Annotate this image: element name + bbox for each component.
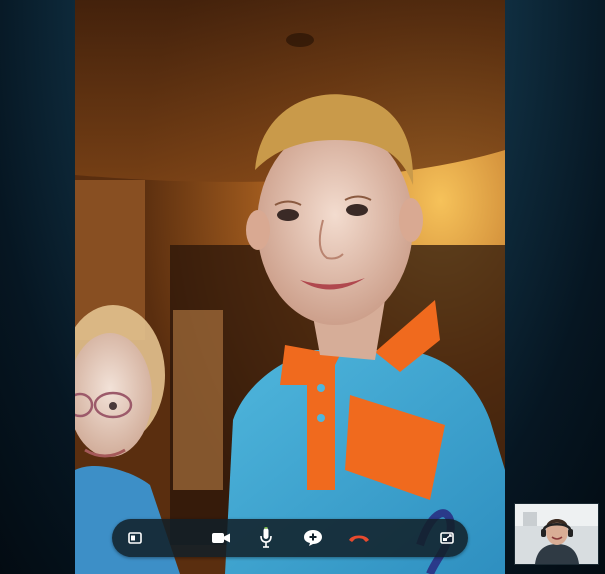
self-view-preview[interactable] xyxy=(514,503,599,565)
end-call-button[interactable] xyxy=(342,519,376,557)
expand-icon xyxy=(440,532,454,544)
chat-plus-icon xyxy=(304,530,322,546)
remote-camera-feed xyxy=(75,0,505,574)
hang-up-icon xyxy=(349,535,369,542)
self-camera-preview xyxy=(515,504,598,564)
add-to-call-button[interactable] xyxy=(296,519,330,557)
video-camera-icon xyxy=(212,533,230,543)
remote-video-feed xyxy=(75,0,505,574)
fullscreen-button[interactable] xyxy=(430,519,464,557)
call-control-bar xyxy=(112,519,468,557)
microphone-icon xyxy=(260,527,272,548)
microphone-button[interactable] xyxy=(249,519,283,557)
panel-icon xyxy=(128,532,142,544)
video-button[interactable] xyxy=(204,519,238,557)
toggle-sidebar-button[interactable] xyxy=(118,519,152,557)
